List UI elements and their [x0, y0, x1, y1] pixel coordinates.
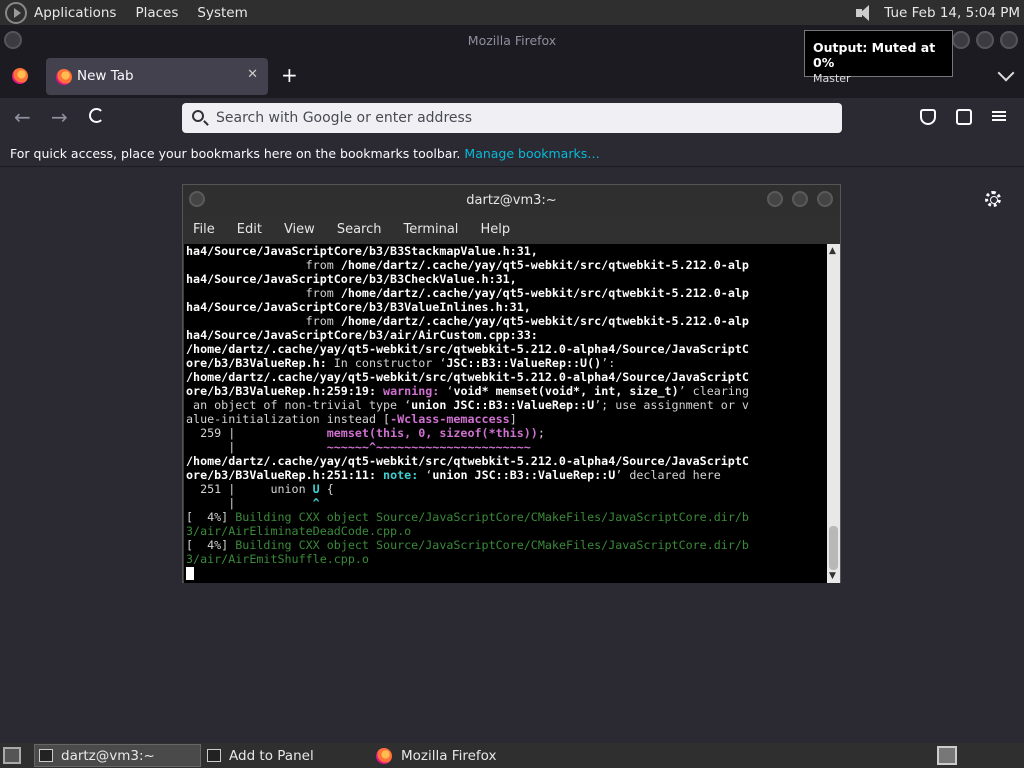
bookmarks-hint: For quick access, place your bookmarks h… [10, 146, 461, 161]
terminal-close-button[interactable] [817, 191, 833, 207]
firefox-task-icon [376, 747, 392, 764]
distro-logo-icon[interactable] [5, 1, 27, 24]
top-panel: Applications Places System Tue Feb 14, 5… [0, 0, 1024, 25]
show-desktop-icon[interactable] [3, 747, 21, 764]
reload-icon[interactable] [89, 108, 104, 123]
extensions-icon[interactable] [956, 109, 972, 125]
terminal-output[interactable]: ha4/Source/JavaScriptCore/b3/B3StackmapV… [184, 244, 827, 583]
bottom-panel: dartz@vm3:~ Add to Panel Mozilla Firefox [0, 743, 1024, 768]
firefox-favicon-icon [56, 69, 72, 85]
task-add-to-panel[interactable]: Add to Panel [203, 744, 368, 767]
tab-new-tab[interactable]: New Tab ✕ [46, 58, 268, 95]
terminal-menu-edit[interactable]: Edit [237, 222, 262, 237]
task-terminal[interactable]: dartz@vm3:~ [34, 744, 201, 767]
osd-title: Output: Muted at 0% [813, 40, 936, 70]
terminal-titlebar[interactable]: dartz@vm3:~ [183, 185, 840, 215]
menu-system[interactable]: System [197, 5, 247, 21]
volume-muted-icon[interactable] [854, 4, 874, 22]
terminal-scrollbar[interactable]: ▲ ▼ [827, 244, 840, 583]
url-input[interactable] [216, 107, 816, 129]
terminal-menubar: File Edit View Search Terminal Help [183, 215, 840, 244]
workspace-switcher-icon[interactable] [937, 746, 957, 765]
scroll-up-arrow-icon[interactable]: ▲ [829, 246, 836, 256]
menu-applications[interactable]: Applications [34, 5, 116, 21]
clock[interactable]: Tue Feb 14, 5:04 PM [884, 5, 1020, 21]
terminal-menu-help[interactable]: Help [480, 222, 510, 237]
task-label: Mozilla Firefox [401, 747, 497, 764]
navigation-toolbar: ← → [0, 98, 1024, 140]
terminal-maximize-button[interactable] [792, 191, 808, 207]
menu-places[interactable]: Places [135, 5, 178, 21]
terminal-window[interactable]: dartz@vm3:~ File Edit View Search Termin… [182, 184, 841, 583]
scroll-down-arrow-icon[interactable]: ▼ [829, 571, 836, 581]
task-firefox[interactable]: Mozilla Firefox [372, 744, 542, 767]
terminal-cursor [186, 567, 194, 580]
window-menu-button[interactable] [4, 31, 22, 49]
osd-subtitle: Master [813, 72, 851, 85]
tab-close-icon[interactable]: ✕ [247, 67, 258, 82]
list-all-tabs-chevron-icon[interactable] [997, 64, 1015, 82]
terminal-menu-terminal[interactable]: Terminal [403, 222, 458, 237]
bookmarks-toolbar: For quick access, place your bookmarks h… [0, 140, 1024, 167]
back-arrow-icon[interactable]: ← [14, 105, 31, 129]
terminal-menu-file[interactable]: File [193, 222, 215, 237]
pocket-icon[interactable] [920, 109, 936, 125]
tab-label: New Tab [77, 68, 134, 84]
firefox-window-title: Mozilla Firefox [467, 32, 557, 48]
manage-bookmarks-link[interactable]: Manage bookmarks… [464, 146, 599, 161]
new-tab-settings-gear-icon[interactable] [985, 191, 1001, 207]
terminal-window-menu-button[interactable] [189, 191, 205, 207]
terminal-icon [39, 749, 53, 762]
volume-osd: Output: Muted at 0% Master [804, 30, 953, 85]
new-tab-button[interactable]: + [281, 65, 298, 85]
forward-arrow-icon[interactable]: → [51, 105, 68, 129]
task-label: Add to Panel [229, 747, 314, 764]
scrollbar-thumb[interactable] [829, 526, 838, 570]
terminal-minimize-button[interactable] [767, 191, 783, 207]
terminal-title: dartz@vm3:~ [466, 192, 557, 208]
close-button[interactable] [1000, 31, 1018, 49]
add-to-panel-icon [207, 749, 221, 762]
search-icon [192, 110, 204, 122]
address-bar[interactable] [182, 103, 842, 133]
terminal-menu-search[interactable]: Search [337, 222, 382, 237]
task-label: dartz@vm3:~ [61, 747, 155, 764]
maximize-button[interactable] [976, 31, 994, 49]
terminal-menu-view[interactable]: View [284, 222, 315, 237]
firefox-view-icon[interactable] [12, 68, 28, 84]
hamburger-menu-icon[interactable] [992, 109, 1006, 125]
minimize-button[interactable] [952, 31, 970, 49]
